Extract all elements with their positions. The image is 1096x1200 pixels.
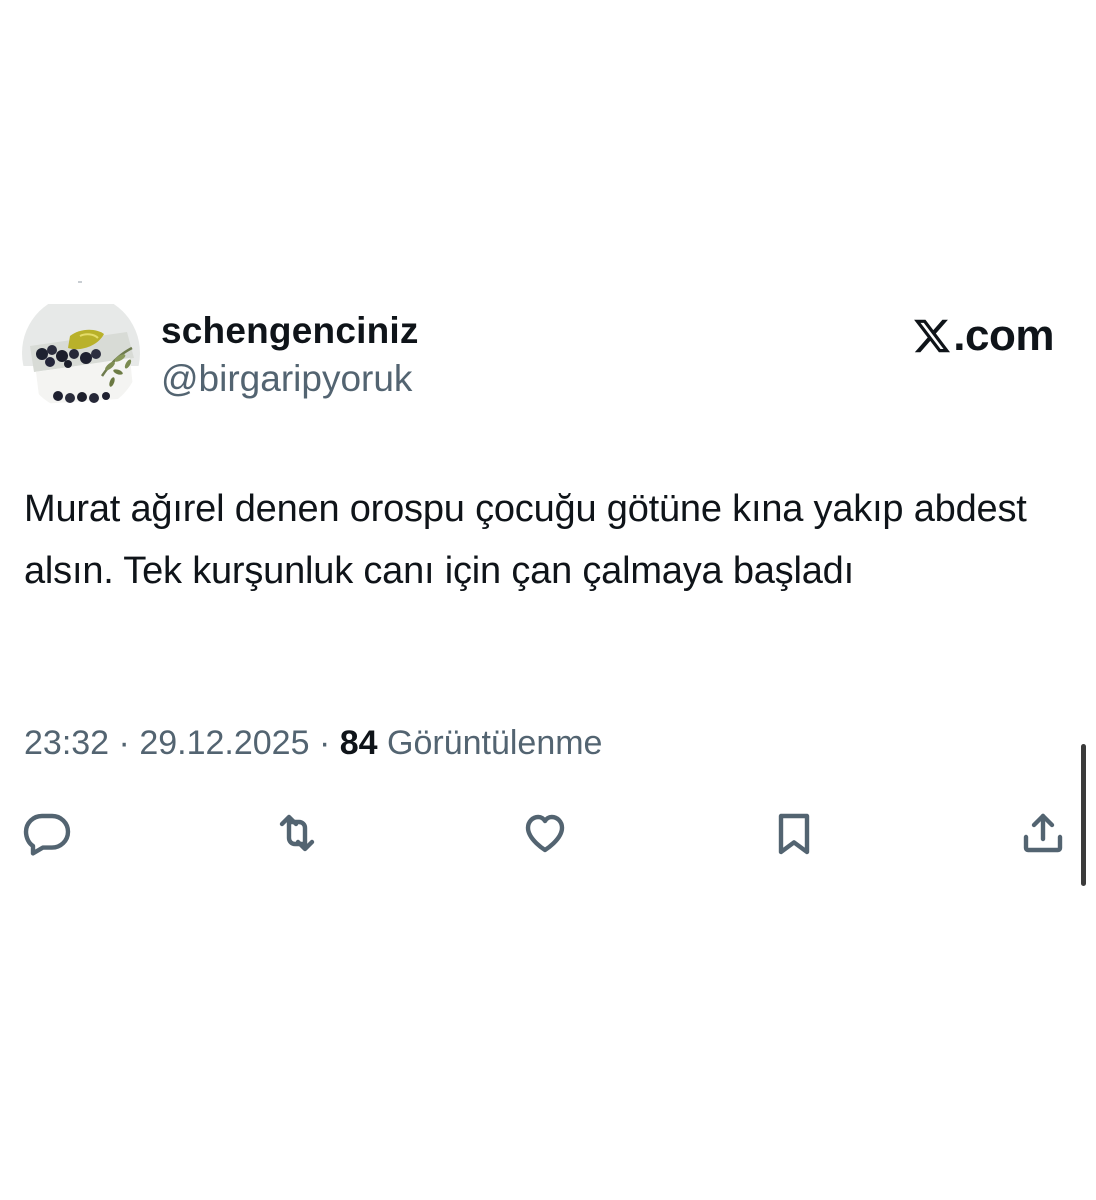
tweet-text: Murat ağırel denen orospu çocuğu götüne … xyxy=(24,488,1027,592)
tweet-meta: 23:32 · 29.12.2025 · 84 Görüntülenme xyxy=(24,724,602,763)
reply-icon xyxy=(23,813,71,856)
bookmark-icon xyxy=(778,813,810,855)
meta-separator: · xyxy=(318,724,331,762)
x-logo-icon xyxy=(914,319,951,353)
action-bar xyxy=(0,806,1096,862)
repost-icon xyxy=(279,814,315,852)
bookmark-button[interactable] xyxy=(767,806,821,860)
repost-button[interactable] xyxy=(270,806,324,860)
like-button[interactable] xyxy=(518,806,572,860)
meta-separator: · xyxy=(118,724,130,762)
user-handle[interactable]: @birgaripyoruk xyxy=(161,358,412,400)
tweet-date[interactable]: 29.12.2025 xyxy=(139,724,309,762)
reply-button[interactable] xyxy=(20,806,74,860)
brand-text: .com xyxy=(953,311,1054,360)
avatar[interactable] xyxy=(22,294,140,412)
brand-logo: .com xyxy=(912,312,1054,360)
like-icon xyxy=(525,814,565,853)
tweet-time[interactable]: 23:32 xyxy=(24,724,109,762)
share-button[interactable] xyxy=(1016,806,1070,860)
views-count: 84 xyxy=(339,724,378,762)
display-name[interactable]: schengenciniz xyxy=(161,310,419,352)
share-icon xyxy=(1023,813,1063,853)
tweet-card: schengenciniz @birgaripyoruk .com Murat … xyxy=(0,0,1096,1200)
scrollbar[interactable] xyxy=(1081,744,1086,886)
avatar-image xyxy=(22,294,140,412)
views-label: Görüntülenme xyxy=(387,724,603,762)
decorative-dot xyxy=(78,281,82,283)
